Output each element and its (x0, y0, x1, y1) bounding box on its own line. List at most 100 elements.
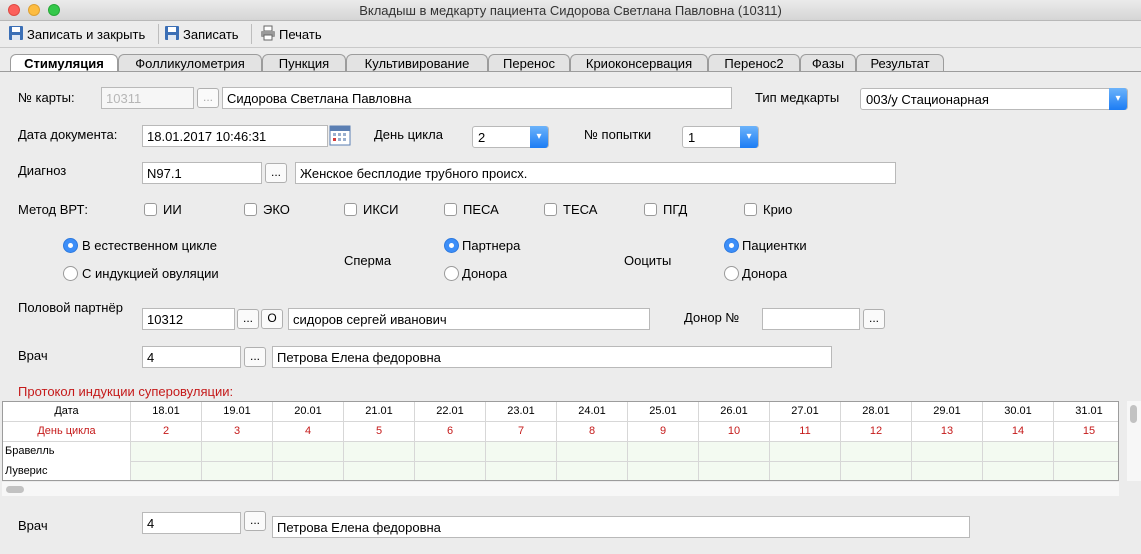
induced-cycle-label: С индукцией овуляции (82, 266, 219, 281)
grid-dose-cell[interactable] (486, 442, 557, 462)
sperm-partner-label: Партнера (462, 238, 521, 253)
partner-id-field[interactable]: 10312 (142, 308, 235, 330)
tab-cultivation[interactable]: Культивирование (346, 54, 488, 71)
vrt-pgd-checkbox[interactable] (644, 203, 657, 216)
induced-cycle-radio[interactable] (63, 266, 78, 281)
grid-dose-cell[interactable] (202, 462, 273, 480)
tab-puncture[interactable]: Пункция (262, 54, 346, 71)
grid-dose-cell[interactable] (273, 442, 344, 462)
grid-vertical-scrollbar[interactable] (1127, 401, 1141, 481)
grid-dose-cell[interactable] (770, 442, 841, 462)
grid-dose-cell[interactable] (557, 462, 628, 480)
grid-dose-cell[interactable] (770, 462, 841, 480)
grid-dose-cell[interactable] (202, 442, 273, 462)
vrt-method-label: Метод ВРТ: (18, 202, 89, 217)
grid-dose-cell[interactable] (1054, 462, 1118, 480)
grid-dose-cell[interactable] (699, 442, 770, 462)
diagnosis-code-field[interactable]: N97.1 (142, 162, 262, 184)
partner-lookup-button[interactable]: ... (237, 309, 259, 329)
vrt-eko-label: ЭКО (263, 202, 290, 217)
grid-dose-cell[interactable] (841, 442, 912, 462)
grid-dose-cell[interactable] (628, 462, 699, 480)
natural-cycle-label: В естественном цикле (82, 238, 217, 253)
grid-row-bravelle: Бравелль (3, 442, 1118, 462)
grid-dose-cell[interactable] (912, 442, 983, 462)
grid-dose-cell[interactable] (486, 462, 557, 480)
partner-open-button[interactable]: О (261, 309, 283, 329)
doctor-lookup-button[interactable]: ... (244, 347, 266, 367)
grid-dose-cell[interactable] (344, 462, 415, 480)
grid-cycle-day-cell: 7 (486, 422, 557, 442)
grid-dose-cell[interactable] (415, 462, 486, 480)
partner-name-field[interactable]: сидоров сергей иванович (288, 308, 650, 330)
vrt-iksi-checkbox[interactable] (344, 203, 357, 216)
donor-number-label: Донор № (684, 310, 740, 325)
grid-dose-cell[interactable] (557, 442, 628, 462)
doctor2-name-field[interactable]: Петрова Елена федоровна (272, 516, 970, 538)
oocytes-donor-radio[interactable] (724, 266, 739, 281)
document-date-field[interactable]: 18.01.2017 10:46:31 (142, 125, 328, 147)
grid-dose-cell[interactable] (983, 442, 1054, 462)
doctor2-id-field[interactable]: 4 (142, 512, 241, 534)
card-lookup-button[interactable]: ... (197, 88, 219, 108)
grid-dose-cell[interactable] (699, 462, 770, 480)
save-and-close-button[interactable]: Записать и закрыть (6, 24, 147, 44)
vrt-eko-checkbox[interactable] (244, 203, 257, 216)
calendar-icon[interactable] (329, 124, 351, 146)
tab-folliculometry[interactable]: Фолликулометрия (118, 54, 262, 71)
vrt-pesa-checkbox[interactable] (444, 203, 457, 216)
grid-dose-cell[interactable] (983, 462, 1054, 480)
diagnosis-lookup-button[interactable]: ... (265, 163, 287, 183)
sperm-donor-radio[interactable] (444, 266, 459, 281)
natural-cycle-radio[interactable] (63, 238, 78, 253)
doctor-id-field[interactable]: 4 (142, 346, 241, 368)
donor-number-field[interactable] (762, 308, 860, 330)
print-button[interactable]: Печать (258, 24, 324, 44)
grid-dose-cell[interactable] (415, 442, 486, 462)
tab-transfer[interactable]: Перенос (488, 54, 570, 71)
grid-cycle-day-cell: 13 (912, 422, 983, 442)
doctor2-label: Врач (18, 518, 48, 533)
save-button[interactable]: Записать (162, 24, 241, 44)
patient-name-field[interactable]: Сидорова Светлана Павловна (222, 87, 732, 109)
diagnosis-text-field[interactable]: Женское бесплодие трубного происх. (295, 162, 896, 184)
protocol-grid[interactable]: Дата 18.01 19.01 20.01 21.01 22.01 23.01 24.01 2… (2, 401, 1119, 481)
grid-date-cell: 22.01 (415, 402, 486, 422)
grid-cycle-day-cell: 5 (344, 422, 415, 442)
donor-lookup-button[interactable]: ... (863, 309, 885, 329)
tab-phases[interactable]: Фазы (800, 54, 856, 71)
tab-divider (0, 71, 1141, 72)
grid-horizontal-scrollbar[interactable] (2, 482, 1119, 496)
attempt-select[interactable]: 1 ▾ (682, 126, 759, 148)
save-and-close-label: Записать и закрыть (27, 26, 146, 42)
grid-cycle-day-cell: 3 (202, 422, 273, 442)
vrt-tesa-checkbox[interactable] (544, 203, 557, 216)
card-number-field[interactable]: 10311 (101, 87, 194, 109)
grid-date-cell: 23.01 (486, 402, 557, 422)
vrt-ii-checkbox[interactable] (144, 203, 157, 216)
oocytes-patient-radio[interactable] (724, 238, 739, 253)
grid-dose-cell[interactable] (628, 442, 699, 462)
grid-dose-cell[interactable] (344, 442, 415, 462)
cycle-day-select[interactable]: 2 ▾ (472, 126, 549, 148)
scroll-thumb[interactable] (6, 486, 24, 493)
doctor-name-field[interactable]: Петрова Елена федоровна (272, 346, 832, 368)
tab-result[interactable]: Результат (856, 54, 944, 71)
vrt-cryo-checkbox[interactable] (744, 203, 757, 216)
grid-dose-cell[interactable] (131, 462, 202, 480)
grid-dose-cell[interactable] (1054, 442, 1118, 462)
grid-dose-cell[interactable] (273, 462, 344, 480)
card-type-select[interactable]: 003/у Стационарная ▾ (860, 88, 1128, 110)
scroll-thumb[interactable] (1130, 405, 1137, 423)
floppy-disk-icon (8, 25, 24, 44)
sperm-partner-radio[interactable] (444, 238, 459, 253)
oocytes-donor-label: Донора (742, 266, 788, 281)
tab-cryopreservation[interactable]: Криоконсервация (570, 54, 708, 71)
attempt-label: № попытки (584, 127, 652, 142)
grid-dose-cell[interactable] (841, 462, 912, 480)
tab-stimulation[interactable]: Стимуляция (10, 54, 118, 72)
tab-transfer2[interactable]: Перенос2 (708, 54, 800, 71)
grid-dose-cell[interactable] (131, 442, 202, 462)
grid-dose-cell[interactable] (912, 462, 983, 480)
doctor2-lookup-button[interactable]: ... (244, 511, 266, 531)
